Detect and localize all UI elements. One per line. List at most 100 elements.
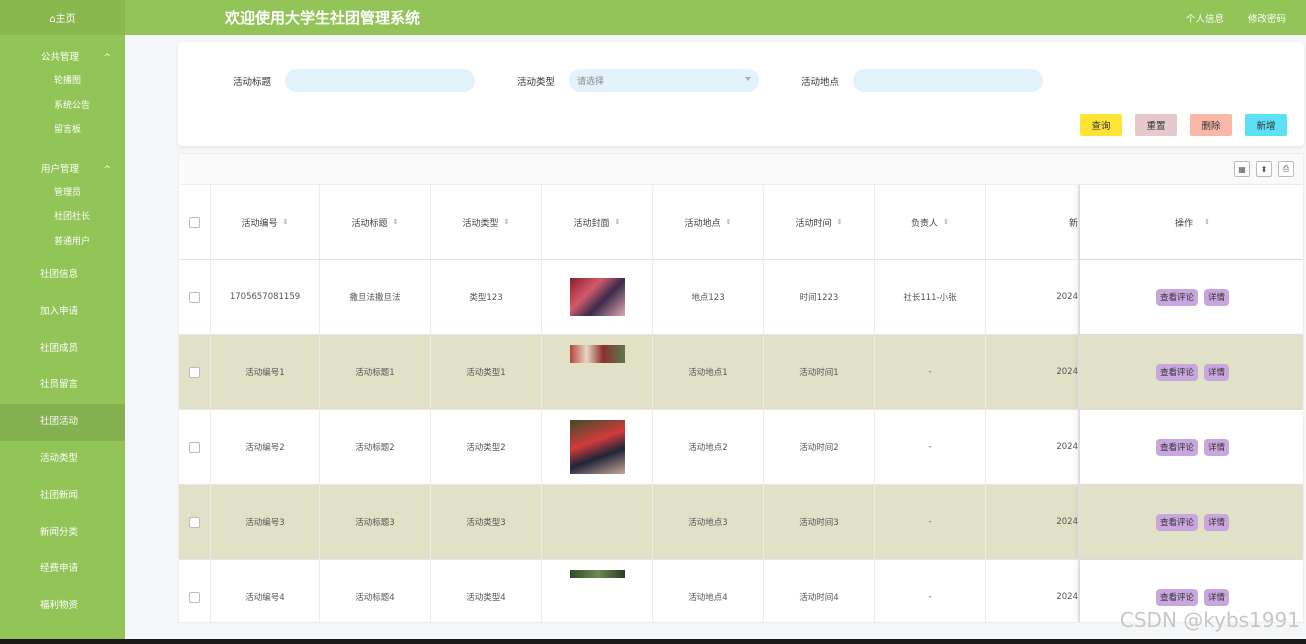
cell-type: 类型123	[431, 260, 542, 334]
cover-image[interactable]	[569, 570, 625, 578]
sort-icon[interactable]: ⇕	[504, 218, 510, 226]
cell-title: 活动标题2	[320, 410, 431, 484]
sidebar-item-carousel[interactable]: 轮播图	[0, 69, 125, 94]
sidebar-item-join-request[interactable]: 加入申请	[0, 294, 125, 331]
cell-date: 2024	[986, 335, 1079, 409]
row-checkbox[interactable]	[189, 516, 200, 528]
table-row[interactable]: 活动编号2 活动标题2 活动类型2 活动地点2 活动时间2 - 2024 查看评…	[179, 410, 1303, 485]
bottom-bar	[0, 639, 1306, 644]
col-date[interactable]: 新	[986, 185, 1079, 259]
col-cover[interactable]: 活动封面 ⇕	[542, 185, 653, 259]
cell-place: 活动地点3	[653, 485, 764, 559]
query-button[interactable]: 查询	[1080, 114, 1122, 136]
cell-date: 2024	[986, 560, 1079, 622]
col-title[interactable]: 活动标题 ⇕	[320, 185, 431, 259]
view-comments-button[interactable]: 查看评论	[1155, 588, 1198, 606]
sidebar-item-admin[interactable]: 管理员	[0, 181, 125, 206]
detail-button[interactable]: 详情	[1204, 513, 1230, 531]
profile-link[interactable]: 个人信息	[1186, 11, 1224, 25]
title-input[interactable]	[285, 69, 476, 92]
sort-icon[interactable]: ⇕	[283, 218, 289, 226]
reset-button[interactable]: 重置	[1135, 114, 1177, 136]
cell-place: 活动地点4	[653, 560, 764, 622]
cover-image[interactable]	[569, 420, 625, 474]
table-row[interactable]: 活动编号3 活动标题3 活动类型3 活动地点3 活动时间3 - 2024 查看评…	[179, 485, 1303, 560]
col-place[interactable]: 活动地点 ⇕	[653, 185, 764, 259]
cell-id: 活动编号4	[211, 560, 320, 622]
row-checkbox[interactable]	[189, 366, 200, 378]
view-comments-button[interactable]: 查看评论	[1155, 438, 1198, 456]
sidebar-item-club-news[interactable]: 社团新闻	[0, 478, 125, 515]
cover-image[interactable]	[569, 278, 625, 316]
col-time[interactable]: 活动时间 ⇕	[764, 185, 875, 259]
sort-icon[interactable]: ⇕	[1204, 218, 1210, 226]
type-select-placeholder: 请选择	[577, 77, 605, 87]
sidebar-item-notice[interactable]: 系统公告	[0, 94, 125, 119]
view-comments-button[interactable]: 查看评论	[1155, 288, 1198, 306]
chevron-down-icon	[745, 77, 752, 81]
col-owner[interactable]: 负责人 ⇕	[875, 185, 986, 259]
select-all-checkbox[interactable]	[189, 216, 200, 228]
table-header: 活动编号 ⇕ 活动标题 ⇕ 活动类型 ⇕ 活动封面 ⇕ 活动地点 ⇕ 活动时间 ⇕ 负责人 ⇕…	[179, 185, 1303, 260]
view-comments-button[interactable]: 查看评论	[1155, 363, 1198, 381]
sidebar-group-users[interactable]: 用户管理 ^	[0, 159, 125, 181]
sidebar-item-club-leader[interactable]: 社团社长	[0, 205, 125, 230]
detail-button[interactable]: 详情	[1204, 288, 1230, 306]
sort-icon[interactable]: ⇕	[943, 218, 949, 226]
watermark: CSDN @kybs1991	[1119, 608, 1300, 632]
cell-owner: -	[875, 410, 986, 484]
sidebar-item-member-messages[interactable]: 社员留言	[0, 367, 125, 404]
sidebar-item-activity-types[interactable]: 活动类型	[0, 441, 125, 478]
print-icon[interactable]: ⎙	[1278, 161, 1294, 177]
cell-id: 1705657081159	[211, 260, 320, 334]
sidebar-item-funding[interactable]: 经费申请	[0, 551, 125, 588]
cover-image[interactable]	[569, 345, 625, 363]
cell-type: 活动类型3	[431, 485, 542, 559]
columns-icon[interactable]: ▦	[1234, 161, 1250, 177]
cell-date: 2024	[986, 485, 1079, 559]
add-button[interactable]: 新增	[1245, 114, 1287, 136]
col-type[interactable]: 活动类型 ⇕	[431, 185, 542, 259]
cell-type: 活动类型4	[431, 560, 542, 622]
export-icon[interactable]: ⬍	[1256, 161, 1272, 177]
cell-place: 地点123	[653, 260, 764, 334]
change-password-link[interactable]: 修改密码	[1248, 11, 1286, 25]
sidebar-item-message-board[interactable]: 留言板	[0, 118, 125, 143]
row-checkbox[interactable]	[189, 441, 200, 453]
row-checkbox[interactable]	[189, 591, 200, 603]
app-title: 欢迎使用大学生社团管理系统	[225, 9, 421, 27]
sidebar-item-welfare[interactable]: 福利物资	[0, 588, 125, 625]
sort-icon[interactable]: ⇕	[837, 218, 843, 226]
sort-icon[interactable]: ⇕	[615, 218, 621, 226]
delete-button[interactable]: 删除	[1190, 114, 1232, 136]
col-ops: 操作 ⇕	[1079, 185, 1303, 259]
table-row[interactable]: 1705657081159 撒旦法撒旦法 类型123 地点123 时间1223 …	[179, 260, 1303, 335]
place-input[interactable]	[853, 69, 1044, 92]
sidebar-item-news-category[interactable]: 新闻分类	[0, 515, 125, 552]
sidebar-group-public[interactable]: 公共管理 ^	[0, 47, 125, 69]
cell-title: 活动标题1	[320, 335, 431, 409]
cell-time: 活动时间1	[764, 335, 875, 409]
detail-button[interactable]: 详情	[1204, 438, 1230, 456]
sidebar-item-club-info[interactable]: 社团信息	[0, 257, 125, 294]
cell-owner: -	[875, 560, 986, 622]
col-id[interactable]: 活动编号 ⇕	[211, 185, 320, 259]
detail-button[interactable]: 详情	[1204, 363, 1230, 381]
activity-table: ▦ ⬍ ⎙ 活动编号 ⇕ 活动标题 ⇕ 活动类型 ⇕ 活动封面 ⇕ 活动地点 ⇕ 活动时间…	[178, 153, 1304, 623]
cell-title: 活动标题3	[320, 485, 431, 559]
sidebar-item-club-activities[interactable]: 社团活动	[0, 404, 125, 441]
cell-type: 活动类型2	[431, 410, 542, 484]
title-label: 活动标题	[233, 76, 272, 88]
sidebar-item-normal-user[interactable]: 普通用户	[0, 230, 125, 255]
sidebar-home[interactable]: ⌂主页	[0, 0, 125, 35]
cell-type: 活动类型1	[431, 335, 542, 409]
type-label: 活动类型	[517, 76, 556, 88]
type-select[interactable]: 请选择	[569, 69, 760, 92]
sort-icon[interactable]: ⇕	[726, 218, 732, 226]
view-comments-button[interactable]: 查看评论	[1155, 513, 1198, 531]
table-row[interactable]: 活动编号1 活动标题1 活动类型1 活动地点1 活动时间1 - 2024 查看评…	[179, 335, 1303, 410]
detail-button[interactable]: 详情	[1204, 588, 1230, 606]
sort-icon[interactable]: ⇕	[393, 218, 399, 226]
sidebar-item-club-members[interactable]: 社团成员	[0, 331, 125, 368]
row-checkbox[interactable]	[189, 291, 200, 303]
